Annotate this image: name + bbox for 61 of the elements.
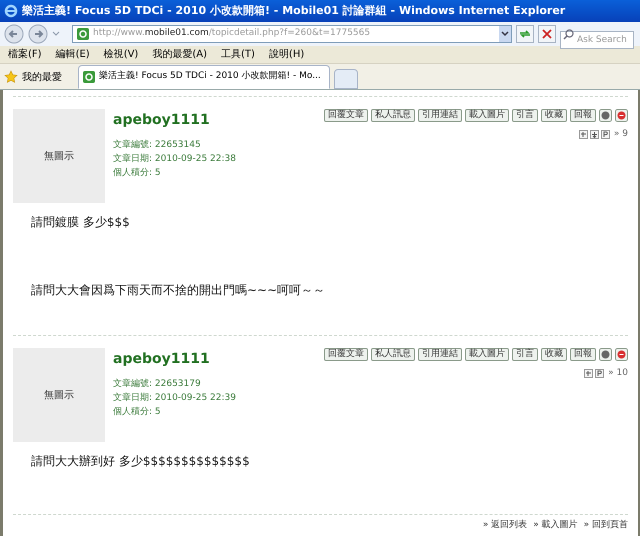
favorites-button[interactable]: 我的最愛	[22, 70, 62, 84]
post-text: 請問鍍膜 多少$$$	[31, 214, 131, 231]
floor-number: » 10	[608, 367, 628, 380]
back-icon[interactable]	[4, 24, 24, 44]
post-meta: 文章編號: 22653179	[113, 378, 202, 391]
close-icon[interactable]	[538, 25, 556, 43]
menu-item[interactable]: 工具(T)	[221, 47, 255, 62]
star-icon[interactable]	[4, 70, 18, 84]
action-button[interactable]: 載入圖片	[465, 348, 509, 361]
post-meta: 文章日期: 2010-09-25 22:39	[113, 392, 236, 405]
post-meta: 文章日期: 2010-09-25 22:38	[113, 153, 236, 166]
floor-number: » 9	[614, 128, 628, 141]
footer-link[interactable]: » 返回列表	[482, 519, 528, 532]
browser-tab[interactable]: 樂活主義! Focus 5D TDCi - 2010 小改款開箱! - Mo...	[78, 65, 330, 89]
menu-item[interactable]: 檢視(V)	[104, 47, 138, 62]
window-title: 樂活主義! Focus 5D TDCi - 2010 小改款開箱! - Mobile01 討論群組 - Windows Internet Explorer	[22, 2, 566, 19]
forward-icon[interactable]	[28, 24, 48, 44]
address-field[interactable]: http://www.mobile01.com/topicdetail.php?f=260&t=1775565	[72, 25, 512, 43]
alert-icon[interactable]	[615, 109, 628, 122]
footer-link[interactable]: » 載入圖片	[533, 519, 578, 532]
action-button[interactable]: 引用連結	[418, 109, 462, 122]
post-text: 請問大大會因爲下雨天而不捨的開出門嗎~~~呵呵～～	[31, 282, 326, 299]
refresh-icon[interactable]	[516, 25, 534, 43]
action-button[interactable]: 載入圖片	[465, 109, 509, 122]
menu-item[interactable]: 編輯(E)	[56, 47, 90, 62]
post-meta: 個人積分: 5	[113, 167, 162, 180]
action-button[interactable]: 引言	[512, 109, 538, 122]
plus-icon[interactable]	[578, 130, 588, 140]
action-button[interactable]: 引言	[512, 348, 538, 361]
alert-icon[interactable]	[615, 348, 628, 361]
action-button[interactable]: 回覆文章	[324, 109, 368, 122]
action-button[interactable]: 回報	[570, 109, 596, 122]
menu-item[interactable]: 檔案(F)	[8, 47, 42, 62]
author-name[interactable]: apeboy1111	[113, 349, 236, 370]
down-arrow-icon[interactable]	[590, 130, 599, 140]
action-button[interactable]: 收藏	[541, 348, 567, 361]
menu-item[interactable]: 我的最愛(A)	[152, 47, 207, 62]
action-button[interactable]: 私人訊息	[371, 109, 415, 122]
action-button[interactable]: 私人訊息	[371, 348, 415, 361]
action-button[interactable]: 回覆文章	[324, 348, 368, 361]
post-text: 請問大大辦到好 多少$$$$$$$$$$$$$$	[31, 453, 251, 470]
author-name[interactable]: apeboy1111	[113, 110, 236, 131]
action-button[interactable]: 回報	[570, 348, 596, 361]
no-image-label: 無圖示	[44, 388, 74, 402]
letter-p-icon[interactable]	[600, 130, 610, 140]
search-icon	[563, 29, 574, 40]
letter-p-icon[interactable]	[595, 369, 604, 378]
no-image-label: 無圖示	[44, 150, 74, 164]
site-icon	[77, 28, 89, 40]
post-meta: 文章編號: 22653145	[113, 139, 202, 152]
search-field[interactable]: Ask Search	[560, 31, 634, 49]
site-icon	[83, 71, 95, 83]
action-button[interactable]: 收藏	[541, 109, 567, 122]
footer-link[interactable]: » 回到頁首	[584, 519, 628, 532]
caret-icon[interactable]	[52, 31, 60, 37]
post-meta: 個人積分: 5	[113, 406, 162, 419]
plus-icon[interactable]	[584, 369, 594, 378]
browser-logo-icon	[4, 4, 18, 18]
menu-item[interactable]: 說明(H)	[268, 47, 304, 62]
dropdown-icon[interactable]	[499, 26, 511, 42]
action-button[interactable]: 引用連結	[418, 348, 462, 361]
